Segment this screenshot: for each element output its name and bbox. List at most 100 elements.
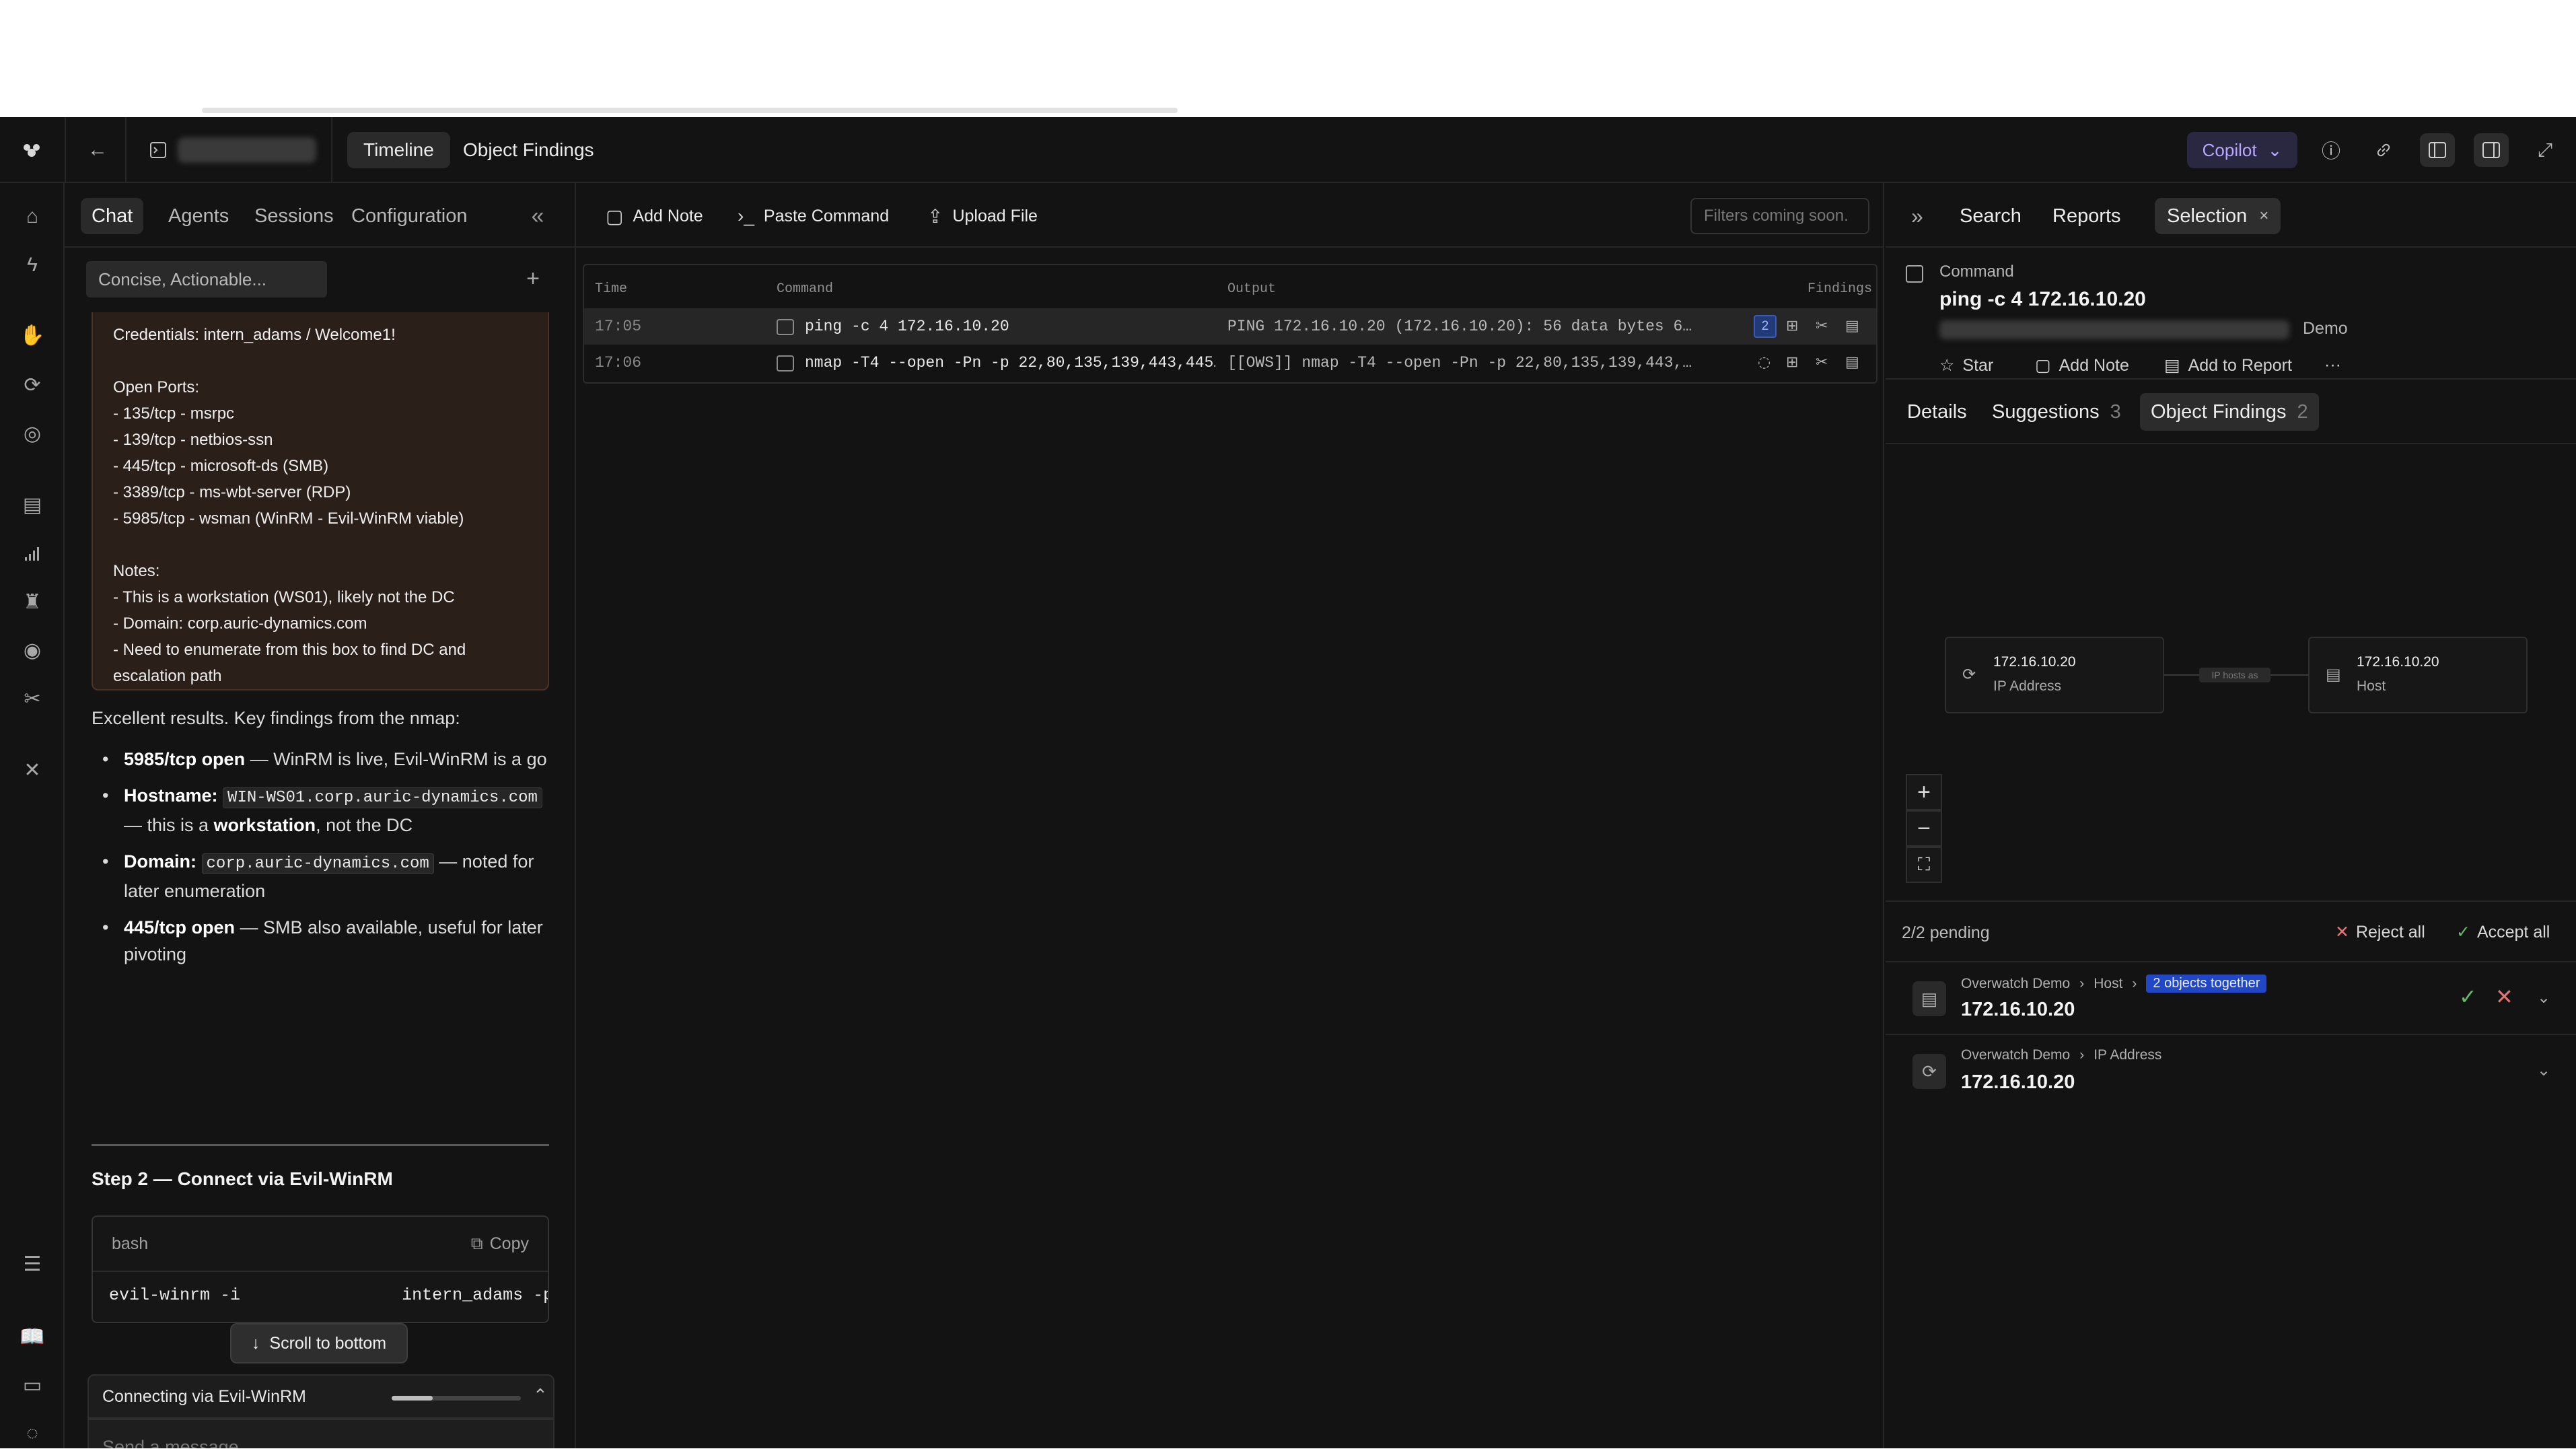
node-subtitle: IP Address xyxy=(1993,678,2062,694)
tab-suggestions[interactable]: Suggestions 3 xyxy=(1981,393,2132,431)
map-icon[interactable]: ⊞ xyxy=(1786,318,1798,334)
header-divider xyxy=(331,117,332,183)
terminal-icon xyxy=(777,319,794,335)
user-circle-icon[interactable]: ◌ xyxy=(15,1416,50,1451)
tab-configuration[interactable]: Configuration xyxy=(341,198,478,234)
finding-row[interactable]: ⟳ Overwatch Demo › IP Address 172.16.10.… xyxy=(1886,1035,2576,1108)
code-block-header: bash ⧉ Copy xyxy=(93,1217,548,1272)
tab-selection[interactable]: Selection × xyxy=(2155,198,2281,234)
target-hand-icon[interactable]: ✋ xyxy=(15,318,50,353)
tab-search[interactable]: Search xyxy=(1947,198,2034,234)
monitor-icon[interactable]: ▭ xyxy=(15,1368,50,1403)
map-icon[interactable]: ⊞ xyxy=(1786,354,1798,371)
add-to-report-button[interactable]: ▤ Add to Report xyxy=(2164,355,2292,376)
finding-breadcrumb: Overwatch Demo › Host › 2 objects togeth… xyxy=(1961,975,2267,993)
tab-chat[interactable]: Chat xyxy=(81,198,144,234)
new-chat-plus-icon[interactable]: + xyxy=(520,262,546,295)
star-label: Star xyxy=(1962,355,1994,375)
tab-agents[interactable]: Agents xyxy=(157,198,240,234)
chat-panel: Chat Agents Sessions Configuration « Con… xyxy=(65,183,576,1448)
scissors-tools-icon[interactable]: ✕ xyxy=(15,752,50,787)
upload-file-button[interactable]: ⇪ Upload File xyxy=(927,198,1038,234)
star-button[interactable]: ☆ Star xyxy=(1939,355,1993,376)
tools-icon[interactable]: ✂ xyxy=(1816,318,1828,334)
tab-sessions[interactable]: Sessions xyxy=(244,198,345,234)
more-options-icon[interactable]: ··· xyxy=(2324,355,2341,375)
clipboard-icon[interactable]: ▤ xyxy=(1845,318,1859,334)
table-row[interactable]: 17:05 ping -c 4 172.16.10.20 PING 172.16… xyxy=(584,308,1876,345)
list-item: Domain: corp.auric-dynamics.com — noted … xyxy=(92,848,563,905)
tower-icon[interactable]: ♜ xyxy=(15,584,50,619)
zoom-in-button[interactable]: + xyxy=(1906,774,1942,810)
node-title: 172.16.10.20 xyxy=(1993,654,2076,670)
loading-bar xyxy=(202,108,1178,113)
note-line: Credentials: intern_adams / Welcome1! xyxy=(113,326,396,344)
tab-object-findings[interactable]: Object Findings 2 xyxy=(2140,393,2319,431)
zoom-out-button[interactable]: − xyxy=(1906,810,1942,847)
sliders-icon[interactable]: ☰ xyxy=(15,1246,50,1281)
progress-bar xyxy=(392,1396,521,1401)
object-graph[interactable]: ⟳ 172.16.10.20 IP Address IP hosts as ▤ … xyxy=(1886,444,2576,902)
copy-button[interactable]: ⧉ Copy xyxy=(471,1234,529,1254)
clipboard-icon[interactable]: ▤ xyxy=(15,487,50,522)
tab-object-findings[interactable]: Object Findings xyxy=(447,132,610,168)
bullet-bold: workstation xyxy=(213,815,316,835)
tab-details[interactable]: Details xyxy=(1896,393,1978,431)
code-line-left: evil-winrm -i xyxy=(109,1285,241,1305)
add-note-button[interactable]: ▢ Add Note xyxy=(2035,355,2129,376)
progress-fill xyxy=(392,1396,433,1401)
fit-view-icon[interactable]: ⛶ xyxy=(1906,847,1942,883)
bullet-bold: 445/tcp open xyxy=(124,917,236,937)
toggle-right-panel-icon[interactable] xyxy=(2474,133,2509,167)
reject-all-label: Reject all xyxy=(2355,922,2425,942)
lightning-icon[interactable]: ϟ xyxy=(15,248,50,283)
finding-row[interactable]: ▤ Overwatch Demo › Host › 2 objects toge… xyxy=(1886,962,2576,1035)
findings-count-badge[interactable]: 2 xyxy=(1754,315,1777,338)
nav-rail: ⌂ ϟ ✋ ⟳ ◎ ▤ ♜ ◉ ✂ ✕ ☰ 📖 ▭ ◌ xyxy=(0,183,65,1448)
message-input[interactable] xyxy=(102,1434,479,1448)
paste-command-button[interactable]: ›_ Paste Command xyxy=(738,198,889,234)
cycle-icon[interactable]: ⟳ xyxy=(15,367,50,402)
table-row[interactable]: 17:06 nmap -T4 --open -Pn -p 22,80,135,1… xyxy=(584,345,1876,381)
scroll-to-bottom-button[interactable]: ↓ Scroll to bottom xyxy=(230,1323,408,1364)
back-arrow-icon[interactable]: ← xyxy=(81,133,114,167)
fullscreen-icon[interactable]: ⤢ xyxy=(2528,133,2563,167)
collapse-panel-icon[interactable]: « xyxy=(522,199,553,233)
toggle-left-panel-icon[interactable] xyxy=(2420,133,2455,167)
chevron-down-icon[interactable]: ⌄ xyxy=(2537,1061,2550,1080)
reject-icon[interactable]: ✕ xyxy=(2495,984,2513,1010)
row-command: nmap -T4 --open -Pn -p 22,80,135,139,443… xyxy=(805,354,1215,371)
compass-icon[interactable]: ◎ xyxy=(15,416,50,451)
tools-icon[interactable]: ✂ xyxy=(1816,354,1828,371)
bullet-text: — this is a xyxy=(124,815,214,835)
home-icon[interactable]: ⌂ xyxy=(15,199,50,234)
book-icon[interactable]: 📖 xyxy=(15,1319,50,1354)
info-icon[interactable]: ⓘ xyxy=(2314,133,2349,167)
clipboard-icon[interactable]: ▤ xyxy=(1845,354,1859,371)
chevron-down-icon[interactable]: ⌄ xyxy=(2537,988,2550,1007)
graph-node-ip[interactable]: ⟳ 172.16.10.20 IP Address xyxy=(1945,637,2164,713)
response-mode-select[interactable]: Concise, Actionable... xyxy=(86,261,327,297)
chevron-up-icon[interactable]: ⌃ xyxy=(533,1385,548,1406)
filters-input[interactable]: Filters coming soon. xyxy=(1690,198,1869,234)
terminal-icon xyxy=(1906,265,1923,283)
reject-all-button[interactable]: ✕ Reject all xyxy=(2335,922,2425,942)
link-icon[interactable] xyxy=(2366,133,2401,167)
accept-all-button[interactable]: ✓ Accept all xyxy=(2456,922,2550,942)
note-line: - 3389/tcp - ms-wbt-server (RDP) xyxy=(113,483,351,501)
add-note-button[interactable]: ▢ Add Note xyxy=(606,198,703,234)
note-line: - This is a workstation (WS01), likely n… xyxy=(113,588,455,606)
upload-file-label: Upload File xyxy=(952,206,1038,225)
close-icon[interactable]: × xyxy=(2259,207,2268,225)
radar-icon[interactable]: ◉ xyxy=(15,633,50,668)
expand-panel-icon[interactable]: » xyxy=(1899,198,1935,234)
accept-icon[interactable]: ✓ xyxy=(2459,984,2477,1010)
note-line: Open Ports: xyxy=(113,378,200,396)
tab-reports[interactable]: Reports xyxy=(2040,198,2133,234)
signal-bars-icon[interactable] xyxy=(15,536,50,571)
tab-timeline[interactable]: Timeline xyxy=(347,132,450,168)
inspector-subtabs: Details Suggestions 3 Object Findings 2 xyxy=(1886,380,2576,444)
copilot-dropdown[interactable]: Copilot ⌄ xyxy=(2187,132,2297,168)
graph-node-host[interactable]: ▤ 172.16.10.20 Host xyxy=(2308,637,2528,713)
tools-icon[interactable]: ✂ xyxy=(15,681,50,716)
